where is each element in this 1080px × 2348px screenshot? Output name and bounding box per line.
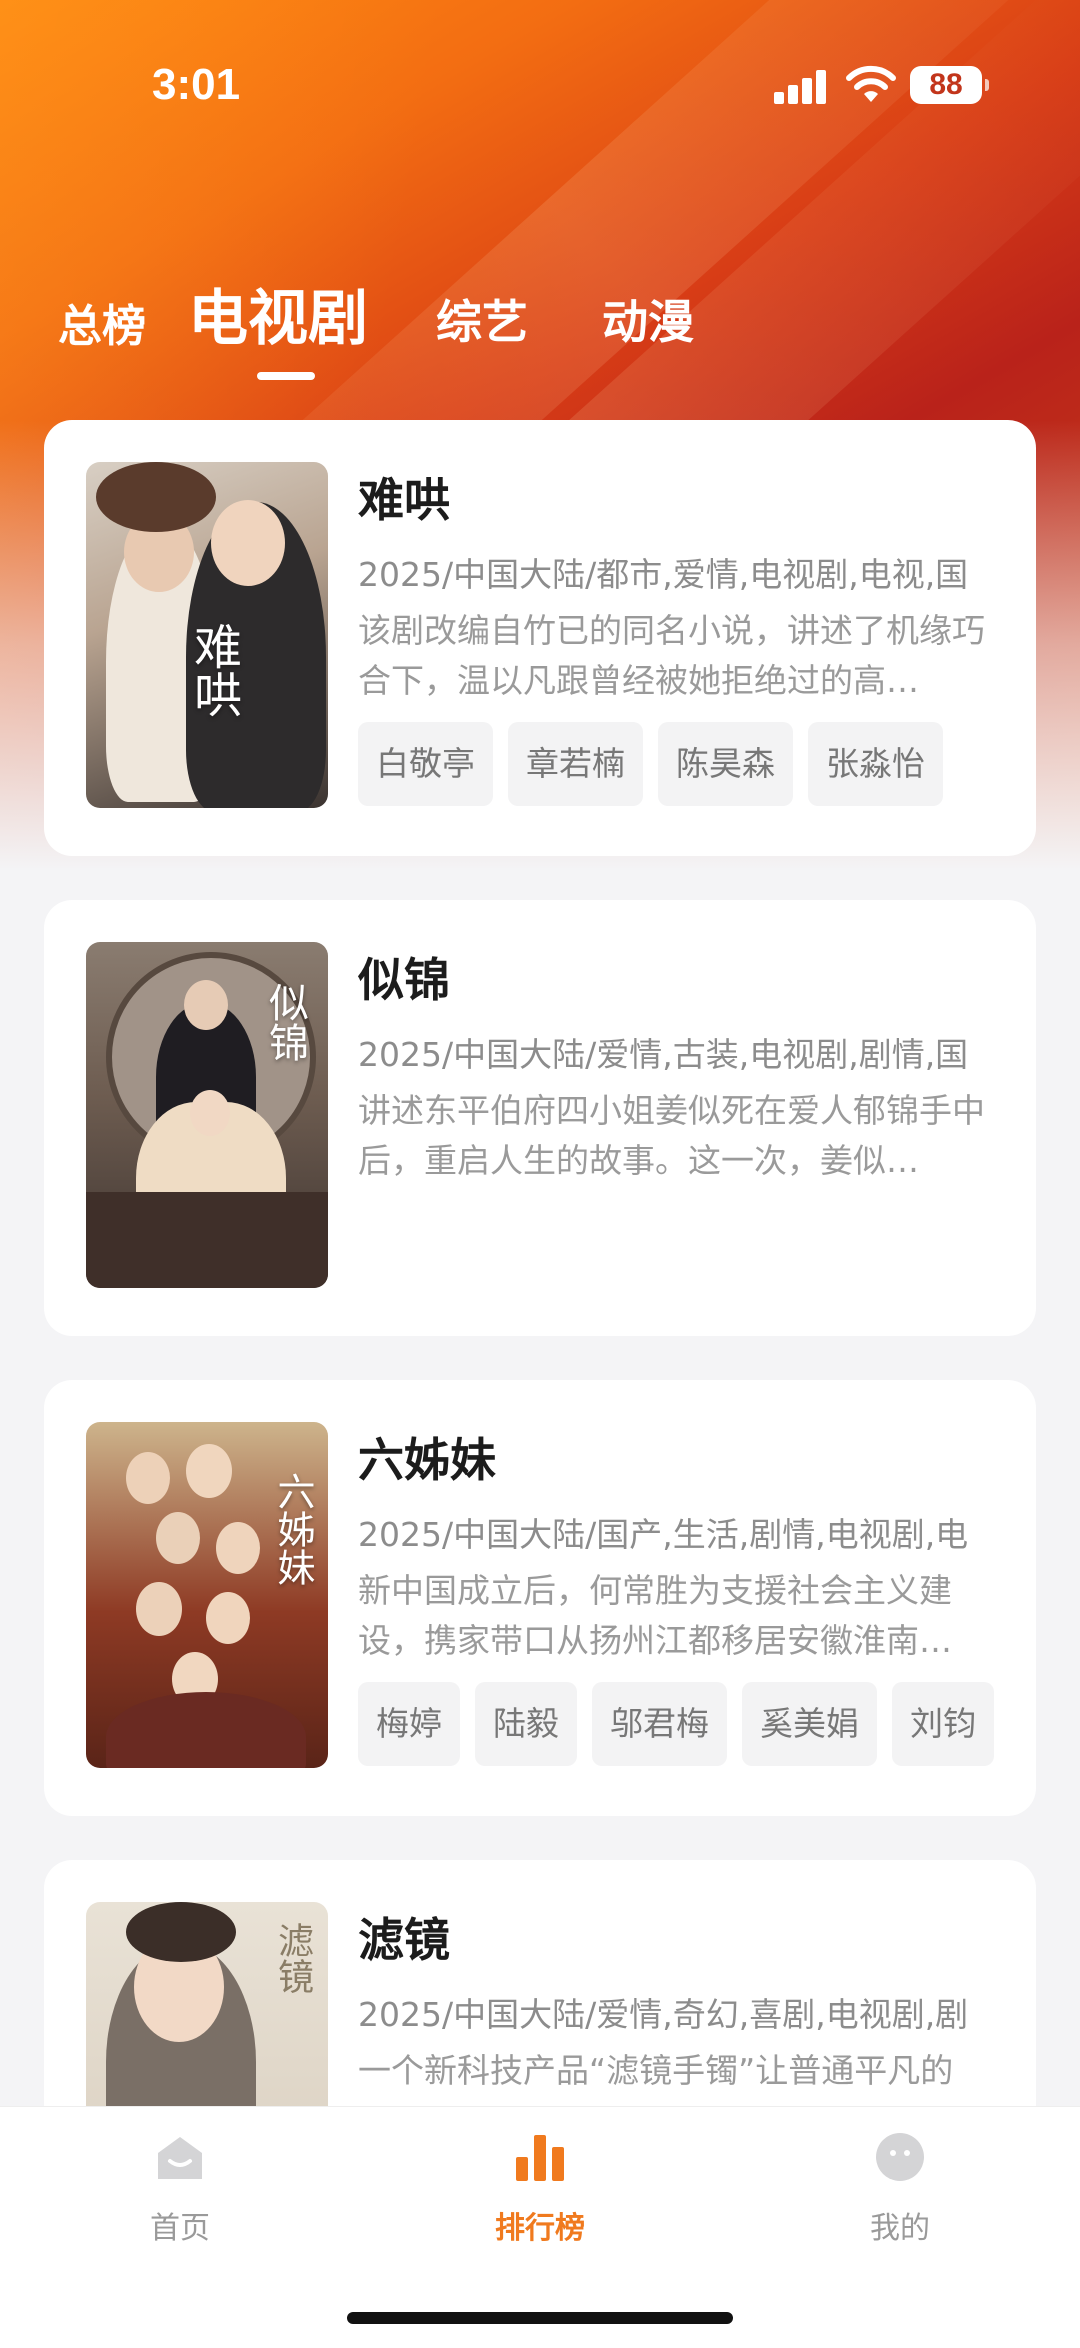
- home-icon: [158, 2137, 202, 2179]
- show-poster[interactable]: 似锦: [86, 942, 328, 1288]
- poster-title-art: 难哄: [185, 622, 241, 718]
- poster-title-art: 似锦: [262, 982, 308, 1062]
- cast-tags: 白敬亭 章若楠 陈昊森 张淼怡: [358, 722, 1018, 806]
- tab-overall[interactable]: 总榜: [58, 290, 146, 354]
- category-tabs: 总榜 电视剧 综艺 动漫: [0, 260, 1080, 390]
- show-description: 新中国成立后，何常胜为支援社会主义建设，携家带口从扬州江都移居安徽淮南…: [358, 1571, 952, 1660]
- cast-tag[interactable]: 刘钧: [892, 1682, 994, 1766]
- chart-icon: [516, 2135, 564, 2181]
- show-title[interactable]: 难哄: [358, 464, 450, 530]
- home-indicator: [347, 2312, 733, 2324]
- cast-tag[interactable]: 邬君梅: [592, 1682, 727, 1766]
- show-description: 讲述东平伯府四小姐姜似死在爱人郁锦手中后，重启人生的故事。这一次，姜似…: [358, 1091, 985, 1180]
- cast-tag[interactable]: 白敬亭: [358, 722, 493, 806]
- cast-tag[interactable]: 陆毅: [475, 1682, 577, 1766]
- status-bar: 3:01 88: [0, 0, 1080, 140]
- show-title[interactable]: 似锦: [358, 944, 450, 1010]
- tab-anime[interactable]: 动漫: [602, 286, 694, 352]
- tab-tv-series[interactable]: 电视剧: [188, 270, 368, 357]
- show-meta: 2025/中国大陆/爱情,奇幻,喜剧,电视剧,剧: [358, 1995, 969, 2034]
- cast-tag[interactable]: 章若楠: [508, 722, 643, 806]
- show-description: 一个新科技产品“滤镜手镯”让普通平凡的: [358, 2051, 954, 2090]
- cast-tags: 梅婷 陆毅 邬君梅 奚美娟 刘钧: [358, 1682, 1018, 1766]
- nav-profile-label: 我的: [870, 2211, 930, 2246]
- show-description: 该剧改编自竹已的同名小说，讲述了机缘巧合下，温以凡跟曾经被她拒绝过的高…: [358, 611, 985, 700]
- cast-tag[interactable]: 奚美娟: [742, 1682, 877, 1766]
- battery-icon: 88: [910, 66, 989, 104]
- tab-variety[interactable]: 综艺: [436, 286, 528, 352]
- show-title[interactable]: 滤镜: [358, 1904, 450, 1970]
- show-meta: 2025/中国大陆/国产,生活,剧情,电视剧,电: [358, 1515, 969, 1554]
- poster-title-art: 滤镜: [272, 1922, 313, 1994]
- cast-tag[interactable]: 陈昊森: [658, 722, 793, 806]
- cast-tag[interactable]: 梅婷: [358, 1682, 460, 1766]
- nav-ranking-label: 排行榜: [495, 2211, 585, 2246]
- poster-title-art: 六姊妹: [271, 1472, 315, 1586]
- status-time: 3:01: [152, 60, 241, 109]
- show-card[interactable]: 难哄 难哄 2025/中国大陆/都市,爱情,电视剧,电视,国 该剧改编自竹已的同…: [44, 420, 1036, 856]
- signal-icon: [774, 70, 828, 104]
- show-poster[interactable]: 难哄: [86, 462, 328, 808]
- active-tab-indicator: [257, 372, 315, 380]
- show-card[interactable]: 六姊妹 六姊妹 2025/中国大陆/国产,生活,剧情,电视剧,电 新中国成立后，…: [44, 1380, 1036, 1816]
- show-poster[interactable]: 六姊妹: [86, 1422, 328, 1768]
- wifi-icon: [846, 65, 896, 102]
- profile-icon: [876, 2133, 924, 2181]
- show-meta: 2025/中国大陆/都市,爱情,电视剧,电视,国: [358, 555, 969, 594]
- show-title[interactable]: 六姊妹: [358, 1424, 496, 1490]
- cast-tag[interactable]: 张淼怡: [808, 722, 943, 806]
- show-meta: 2025/中国大陆/爱情,古装,电视剧,剧情,国: [358, 1035, 969, 1074]
- show-card[interactable]: 似锦 似锦 2025/中国大陆/爱情,古装,电视剧,剧情,国 讲述东平伯府四小姐…: [44, 900, 1036, 1336]
- nav-home-label: 首页: [150, 2211, 210, 2246]
